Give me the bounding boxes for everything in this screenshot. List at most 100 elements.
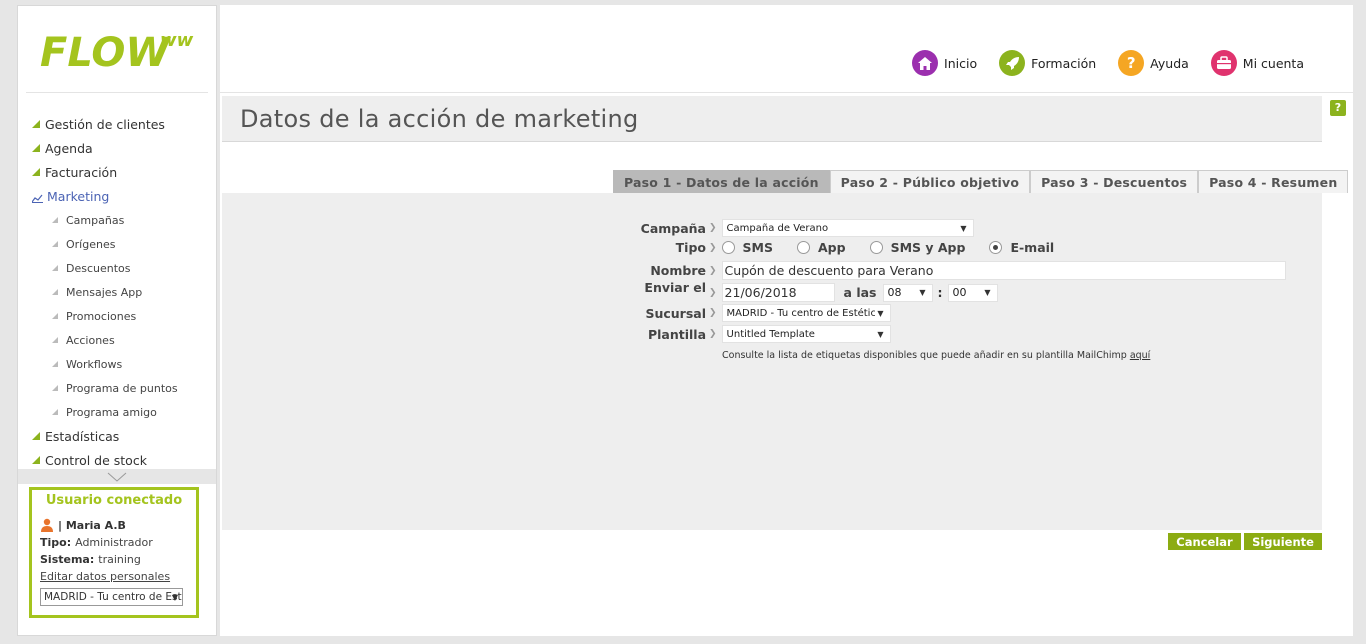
flow-logo[interactable]: FLOW ww xyxy=(38,20,198,80)
sidebar-item-workflows[interactable]: Workflows xyxy=(18,352,216,376)
sidebar-item-estadisticas[interactable]: Estadísticas xyxy=(18,424,216,448)
nav-inicio-label: Inicio xyxy=(944,55,978,71)
mailchimp-hint-link[interactable]: aquí xyxy=(1130,350,1151,361)
mailchimp-hint: Consulte la lista de etiquetas disponibl… xyxy=(722,350,1150,361)
minute-select-value: 00 xyxy=(952,286,967,299)
plantilla-row: Plantilla ❯ Untitled Template ▼ xyxy=(618,325,891,343)
user-panel: Usuario conectado | Maria A.B Tipo: Admin… xyxy=(29,487,199,618)
nombre-label: Nombre xyxy=(650,263,706,278)
sidebar-item-label: Facturación xyxy=(45,164,118,180)
nav-ayuda[interactable]: ? Ayuda xyxy=(1118,50,1189,76)
dropdown-arrow-icon: ▼ xyxy=(919,288,926,297)
tipo-sms-app-radio[interactable] xyxy=(869,241,883,254)
user-icon xyxy=(41,518,53,532)
sidebar-item-label: Descuentos xyxy=(66,261,131,275)
triangle-icon xyxy=(52,337,58,343)
triangle-icon xyxy=(52,409,58,415)
tipo-email-radio[interactable] xyxy=(989,241,1003,254)
mailchimp-hint-text: Consulte la lista de etiquetas disponibl… xyxy=(722,350,1127,361)
plantilla-select[interactable]: Untitled Template ▼ xyxy=(721,325,891,343)
campana-select[interactable]: Campaña de Verano ▼ xyxy=(721,219,974,237)
dropdown-arrow-icon: ▼ xyxy=(984,288,991,297)
sidebar-item-facturacion[interactable]: Facturación xyxy=(18,160,216,184)
cancel-button[interactable]: Cancelar xyxy=(1168,533,1241,550)
branch-select[interactable]: MADRID - Tu centro de Estética ▼ xyxy=(40,588,183,606)
sidebar: FLOW ww Gestión de clientes Agenda Factu… xyxy=(17,5,217,636)
sidebar-item-campanas[interactable]: Campañas xyxy=(18,208,216,232)
sidebar-item-agenda[interactable]: Agenda xyxy=(18,136,216,160)
sidebar-item-descuentos[interactable]: Descuentos xyxy=(18,256,216,280)
sidebar-item-gestion-clientes[interactable]: Gestión de clientes xyxy=(18,112,216,136)
question-icon: ? xyxy=(1118,50,1145,76)
tab-paso-3[interactable]: Paso 3 - Descuentos xyxy=(1030,170,1199,193)
tipo-app-label: App xyxy=(818,240,846,255)
triangle-icon xyxy=(32,432,40,440)
sucursal-select[interactable]: MADRID - Tu centro de Estética ▼ xyxy=(721,304,891,322)
dropdown-arrow-icon: ▼ xyxy=(960,223,967,233)
page-title-bar: Datos de la acción de marketing xyxy=(222,96,1322,142)
field-arrow-icon: ❯ xyxy=(709,329,717,339)
enviar-date-value: 21/06/2018 xyxy=(724,285,797,300)
sidebar-item-promociones[interactable]: Promociones xyxy=(18,304,216,328)
dropdown-arrow-icon: ▼ xyxy=(875,308,884,318)
sidebar-item-programa-puntos[interactable]: Programa de puntos xyxy=(18,376,216,400)
sidebar-item-label: Programa amigo xyxy=(66,405,157,419)
sidebar-item-marketing[interactable]: Marketing xyxy=(18,184,216,208)
sidebar-item-label: Marketing xyxy=(47,188,110,204)
minute-select[interactable]: 00 ▼ xyxy=(947,283,998,302)
nombre-input[interactable]: Cupón de descuento para Verano xyxy=(721,261,1286,280)
triangle-icon xyxy=(52,241,58,247)
triangle-icon xyxy=(52,361,58,367)
hour-select[interactable]: 08 ▼ xyxy=(882,283,933,302)
triangle-icon xyxy=(52,313,58,319)
tipo-label: Tipo xyxy=(675,240,706,255)
nav-formacion[interactable]: Formación xyxy=(999,50,1096,76)
tipo-app-radio[interactable] xyxy=(797,241,810,254)
campana-select-value: Campaña de Verano xyxy=(726,222,829,234)
sidebar-item-mensajes-app[interactable]: Mensajes App xyxy=(18,280,216,304)
plantilla-select-value: Untitled Template xyxy=(726,328,815,340)
sidebar-item-label: Orígenes xyxy=(66,237,116,251)
sucursal-row: Sucursal ❯ MADRID - Tu centro de Estétic… xyxy=(618,304,891,322)
sidebar-item-origenes[interactable]: Orígenes xyxy=(18,232,216,256)
sidebar-item-label: Workflows xyxy=(66,357,123,371)
nav-mi-cuenta[interactable]: Mi cuenta xyxy=(1210,50,1304,76)
sidebar-item-label: Promociones xyxy=(66,309,137,323)
line-chart-icon xyxy=(31,191,43,203)
field-arrow-icon: ❯ xyxy=(709,242,717,253)
edit-personal-data-link[interactable]: Editar datos personales xyxy=(40,570,188,583)
tipo-email-label: E-mail xyxy=(1010,240,1055,255)
field-arrow-icon: ❯ xyxy=(709,223,717,233)
header-divider xyxy=(220,92,1353,93)
user-type-label: Tipo: xyxy=(40,536,72,549)
user-panel-title: Usuario conectado xyxy=(45,493,183,508)
nombre-input-value: Cupón de descuento para Verano xyxy=(724,263,934,278)
tipo-row: Tipo ❯ SMS App SMS y App E-mail xyxy=(618,240,1078,255)
form-panel: Campaña ❯ Campaña de Verano ▼ Tipo ❯ SMS… xyxy=(222,193,1322,530)
sidebar-scroll-down[interactable] xyxy=(18,469,216,484)
enviar-label: Enviar el xyxy=(644,280,706,295)
nav-inicio[interactable]: Inicio xyxy=(912,50,977,76)
tab-paso-4[interactable]: Paso 4 - Resumen xyxy=(1198,170,1349,193)
enviar-date-input[interactable]: 21/06/2018 xyxy=(721,283,835,302)
next-button[interactable]: Siguiente xyxy=(1244,533,1322,550)
chevron-down-icon xyxy=(107,472,127,482)
sucursal-select-value: MADRID - Tu centro de Estética xyxy=(726,307,883,319)
campana-label: Campaña xyxy=(640,220,706,236)
nav-ayuda-label: Ayuda xyxy=(1150,55,1189,71)
home-icon xyxy=(912,50,939,76)
help-button[interactable]: ? xyxy=(1330,100,1346,116)
tab-paso-1[interactable]: Paso 1 - Datos de la acción xyxy=(613,170,830,193)
alas-label: a las xyxy=(843,285,877,300)
tab-paso-2[interactable]: Paso 2 - Público objetivo xyxy=(829,170,1031,193)
user-system-label: Sistema: xyxy=(40,553,95,566)
tipo-sms-radio[interactable] xyxy=(721,241,735,254)
sidebar-item-acciones[interactable]: Acciones xyxy=(18,328,216,352)
sidebar-item-label: Estadísticas xyxy=(45,428,120,444)
sidebar-item-label: Control de stock xyxy=(45,452,147,468)
sidebar-item-programa-amigo[interactable]: Programa amigo xyxy=(18,400,216,424)
tipo-sms-app-label: SMS y App xyxy=(890,240,966,255)
nombre-row: Nombre ❯ Cupón de descuento para Verano xyxy=(618,261,1286,280)
sidebar-item-label: Acciones xyxy=(66,333,115,347)
user-type-value: Administrador xyxy=(75,536,153,549)
